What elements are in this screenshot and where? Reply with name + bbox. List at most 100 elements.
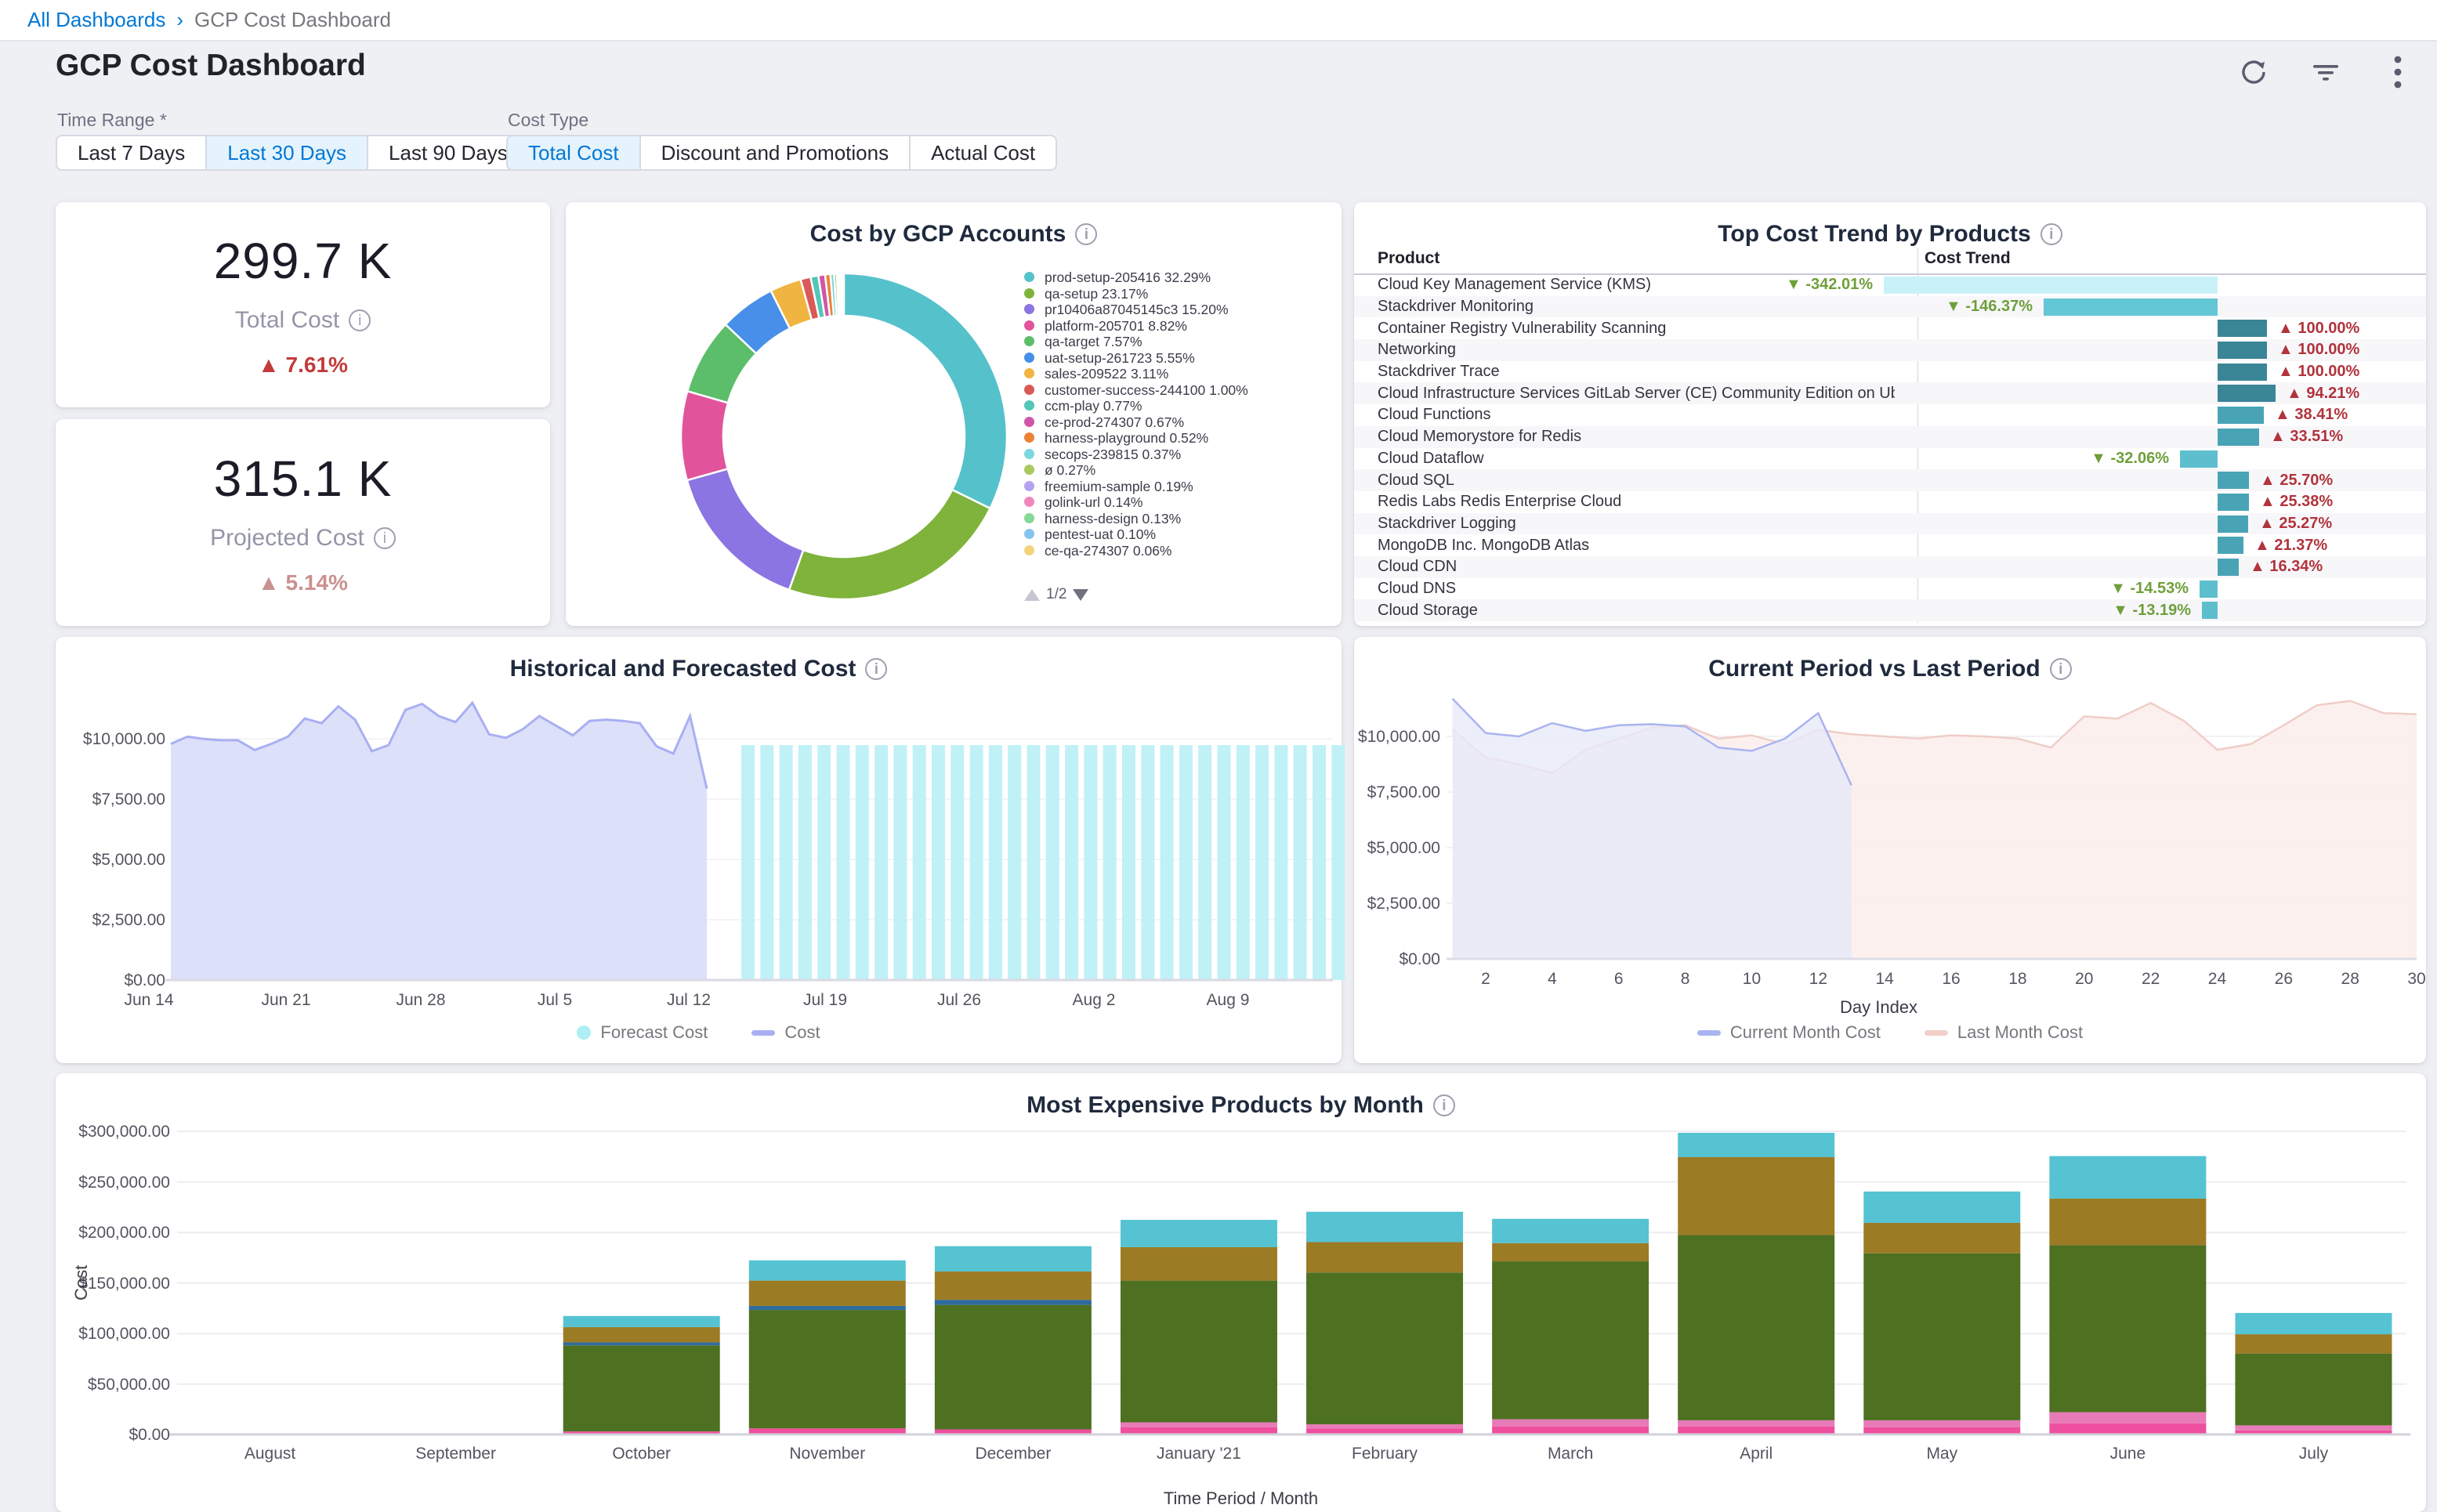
table-row[interactable]: Cloud Infrastructure Services GitLab Ser… bbox=[1354, 382, 2426, 404]
table-row[interactable]: Cloud Storage▼ -13.19% bbox=[1354, 599, 2426, 621]
legend-item[interactable]: pr10406a87045145c3 15.20% bbox=[1024, 302, 1334, 318]
legend-item[interactable]: freemium-sample 0.19% bbox=[1024, 479, 1334, 495]
cost-type-total-cost[interactable]: Total Cost bbox=[506, 135, 641, 171]
table-row[interactable]: Redis Labs Redis Enterprise Cloud▲ 25.38… bbox=[1354, 491, 2426, 513]
legend-label: ce-qa-274307 0.06% bbox=[1045, 543, 1171, 559]
legend-item[interactable]: golink-url 0.14% bbox=[1024, 494, 1334, 511]
trend-value: ▲ 25.27% bbox=[2259, 513, 2332, 535]
table-row[interactable]: Stackdriver Monitoring▼ -146.37% bbox=[1354, 296, 2426, 318]
legend-item[interactable]: qa-target 7.57% bbox=[1024, 334, 1334, 350]
legend-item[interactable]: harness-design 0.13% bbox=[1024, 511, 1334, 527]
legend-label: qa-target 7.57% bbox=[1045, 334, 1142, 350]
legend-page-down-icon[interactable] bbox=[1073, 589, 1088, 601]
cost-type-actual-cost[interactable]: Actual Cost bbox=[909, 135, 1057, 171]
table-row[interactable]: MongoDB Inc. MongoDB Atlas▲ 21.37% bbox=[1354, 534, 2426, 556]
table-row[interactable]: Stackdriver Logging▲ 25.27% bbox=[1354, 513, 2426, 535]
period-x-axis-title: Day Index bbox=[1840, 997, 1917, 1018]
legend-label: freemium-sample 0.19% bbox=[1045, 479, 1193, 495]
legend-swatch bbox=[1024, 545, 1034, 555]
donut-slice-prod-setup-205416[interactable] bbox=[844, 273, 1007, 508]
axis-tick: $0.00 bbox=[1354, 950, 1440, 969]
legend-swatch bbox=[1024, 385, 1034, 395]
trend-bar bbox=[2218, 320, 2267, 337]
table-row[interactable]: Cloud SQL▲ 25.70% bbox=[1354, 469, 2426, 491]
filter-icon[interactable] bbox=[2310, 56, 2341, 88]
table-row[interactable]: Cloud Functions▲ 38.41% bbox=[1354, 404, 2426, 426]
trend-value: ▼ -32.06% bbox=[2091, 448, 2169, 470]
info-icon[interactable]: i bbox=[349, 309, 371, 331]
breadcrumb-all-dashboards[interactable]: All Dashboards bbox=[27, 8, 165, 32]
stacked-bar-segment bbox=[1492, 1420, 1649, 1427]
legend-page-up-icon[interactable] bbox=[1024, 589, 1040, 601]
legend-item[interactable]: ø 0.27% bbox=[1024, 462, 1334, 479]
time-range-last-7-days[interactable]: Last 7 Days bbox=[56, 135, 207, 171]
legend-item[interactable]: qa-setup 23.17% bbox=[1024, 286, 1334, 302]
legend-cost[interactable]: Cost bbox=[751, 1022, 820, 1043]
legend-item[interactable]: ccm-play 0.77% bbox=[1024, 398, 1334, 414]
header-actions bbox=[2238, 56, 2413, 88]
refresh-icon[interactable] bbox=[2238, 56, 2269, 88]
stacked-bar-segment bbox=[1306, 1272, 1463, 1424]
stacked-bar-segment bbox=[1306, 1424, 1463, 1428]
legend-item[interactable]: harness-playground 0.52% bbox=[1024, 430, 1334, 447]
time-range-last-90-days[interactable]: Last 90 Days bbox=[367, 135, 530, 171]
table-row[interactable]: Stackdriver Trace▲ 100.00% bbox=[1354, 361, 2426, 383]
donut-slice-qa-setup[interactable] bbox=[789, 490, 990, 599]
legend-item[interactable]: secops-239815 0.37% bbox=[1024, 447, 1334, 463]
legend-swatch bbox=[1024, 513, 1034, 523]
cost-type-discount-and-promotions[interactable]: Discount and Promotions bbox=[639, 135, 911, 171]
stacked-bar-segment bbox=[1306, 1243, 1463, 1273]
last-month-label: Last Month Cost bbox=[1957, 1022, 2083, 1043]
legend-item[interactable]: sales-209522 3.11% bbox=[1024, 366, 1334, 382]
table-row[interactable]: Cloud Dataflow ▼ -32.06% bbox=[1354, 448, 2426, 470]
trend-value: ▲ 16.34% bbox=[2250, 556, 2323, 578]
axis-tick: 8 bbox=[1662, 970, 1709, 989]
product-cell: Cloud Storage bbox=[1378, 599, 1478, 621]
col-header-cost-trend[interactable]: Cost Trend bbox=[1925, 249, 2011, 268]
legend-last-month[interactable]: Last Month Cost bbox=[1925, 1022, 2083, 1043]
legend-item[interactable]: ce-qa-274307 0.06% bbox=[1024, 543, 1334, 559]
table-row[interactable]: Cloud Memorystore for Redis▲ 33.51% bbox=[1354, 426, 2426, 448]
kebab-menu-icon[interactable] bbox=[2382, 56, 2413, 88]
axis-tick: 28 bbox=[2327, 970, 2374, 989]
legend-label: harness-playground 0.52% bbox=[1045, 430, 1208, 447]
time-range-last-30-days[interactable]: Last 30 Days bbox=[205, 135, 368, 171]
product-cell: Container Registry Vulnerability Scannin… bbox=[1378, 317, 1666, 339]
info-icon[interactable]: i bbox=[374, 527, 396, 549]
legend-label: harness-design 0.13% bbox=[1045, 511, 1181, 527]
donut-slice-pr10406a87045145c3[interactable] bbox=[687, 468, 804, 589]
legend-forecast-cost[interactable]: Forecast Cost bbox=[577, 1022, 708, 1043]
period-compare-card: Current Period vs Last Period i $10,000.… bbox=[1354, 637, 2426, 1063]
legend-item[interactable]: customer-success-244100 1.00% bbox=[1024, 382, 1334, 399]
trend-bar bbox=[2218, 537, 2243, 554]
legend-item[interactable]: ce-prod-274307 0.67% bbox=[1024, 414, 1334, 431]
legend-item[interactable]: prod-setup-205416 32.29% bbox=[1024, 269, 1334, 286]
legend-item[interactable]: platform-205701 8.82% bbox=[1024, 318, 1334, 335]
table-row[interactable]: Cloud DNS▼ -14.53% bbox=[1354, 578, 2426, 600]
table-row[interactable]: Cloud CDN▲ 16.34% bbox=[1354, 556, 2426, 578]
axis-tick: 10 bbox=[1728, 970, 1775, 989]
table-row[interactable]: Cloud Key Management Service (KMS)▼ -342… bbox=[1354, 274, 2426, 296]
axis-tick: $10,000.00 bbox=[1354, 728, 1440, 747]
stacked-bar-segment bbox=[1678, 1157, 1834, 1235]
axis-tick: April bbox=[1670, 1445, 1842, 1463]
product-cell: Cloud Dataflow bbox=[1378, 448, 1484, 470]
total-cost-delta: ▲ 7.61% bbox=[258, 353, 348, 378]
table-row[interactable]: Networking▲ 100.00% bbox=[1354, 339, 2426, 361]
donut-slice-ce-qa-274307[interactable] bbox=[842, 273, 843, 316]
axis-tick: 4 bbox=[1529, 970, 1576, 989]
table-row[interactable]: Container Registry Vulnerability Scannin… bbox=[1354, 317, 2426, 339]
legend-item[interactable]: pentest-uat 0.10% bbox=[1024, 526, 1334, 543]
donut-slice-platform-205701[interactable] bbox=[681, 391, 728, 480]
legend-current-month[interactable]: Current Month Cost bbox=[1697, 1022, 1881, 1043]
total-cost-card: 299.7 K Total Cost i ▲ 7.61% bbox=[56, 202, 550, 407]
stacked-bar-segment bbox=[2235, 1334, 2392, 1354]
total-cost-label: Total Cost bbox=[235, 307, 339, 334]
product-cell: Cloud Functions bbox=[1378, 404, 1491, 426]
col-header-product[interactable]: Product bbox=[1378, 249, 1439, 268]
info-icon[interactable]: i bbox=[2040, 223, 2062, 245]
stacked-bar-segment bbox=[749, 1281, 906, 1306]
stacked-bar-segment bbox=[1492, 1261, 1649, 1420]
legend-label: ccm-play 0.77% bbox=[1045, 398, 1142, 414]
legend-item[interactable]: uat-setup-261723 5.55% bbox=[1024, 350, 1334, 367]
